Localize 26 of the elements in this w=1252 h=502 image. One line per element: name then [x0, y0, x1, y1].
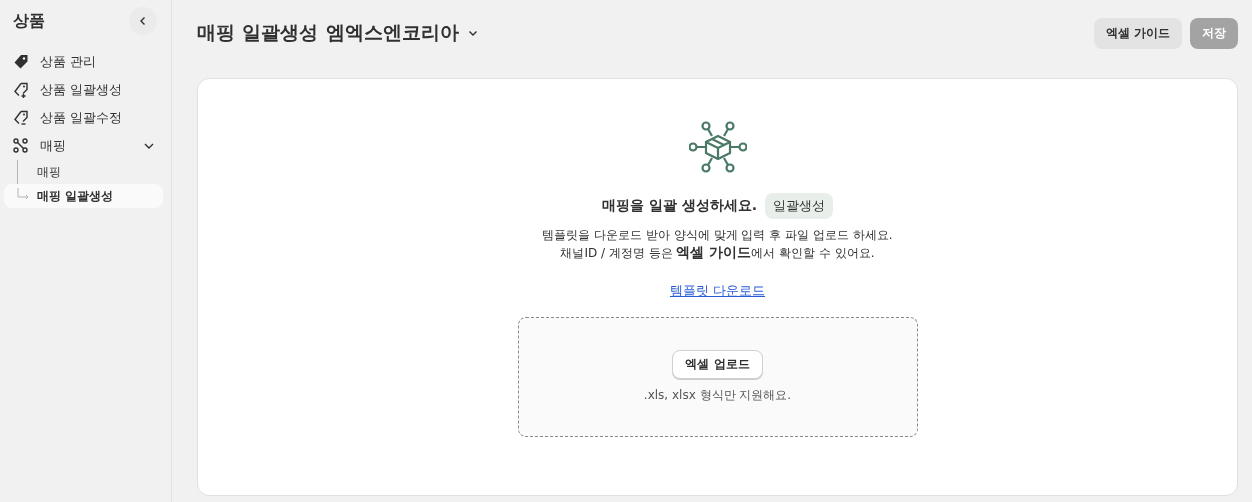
box-network-icon	[688, 121, 747, 173]
upload-dropzone[interactable]: 엑셀 업로드 .xls, xlsx 형식만 지원해요.	[517, 317, 918, 437]
tag-minus-icon	[12, 109, 30, 127]
chevron-left-icon	[138, 16, 148, 26]
nav-item[interactable]: 상품 일괄생성	[4, 76, 163, 104]
tag-plus-icon	[12, 81, 30, 99]
instruction-text: 템플릿을 다운로드 받아 양식에 맞게 입력 후 파일 업로드 하세요.	[542, 227, 893, 244]
account-selector[interactable]: 엠엑스엔코리아	[325, 20, 459, 46]
nav-subitem[interactable]: 매핑	[18, 160, 163, 184]
tag-icon	[12, 53, 30, 71]
upload-hint: .xls, xlsx 형식만 지원해요.	[643, 387, 792, 404]
card-heading: 매핑을 일괄 생성하세요.	[601, 197, 758, 215]
status-badge: 일괄생성	[765, 193, 834, 219]
nodes-icon	[12, 137, 30, 155]
page-title: 매핑 일괄생성	[197, 20, 318, 45]
nav-subitem[interactable]: 매핑 일괄생성	[4, 184, 163, 208]
download-link[interactable]: 템플릿 다운로드	[669, 282, 766, 300]
nav-item[interactable]: 상품 관리	[4, 48, 163, 76]
nav-item[interactable]: 상품 일괄수정	[4, 104, 163, 132]
nav-item[interactable]: 매핑	[4, 132, 163, 160]
upload-button[interactable]: 엑셀 업로드	[672, 350, 763, 379]
header-button[interactable]: 엑셀 가이드	[1093, 17, 1182, 49]
collapse-button[interactable]	[129, 7, 157, 35]
tree-connector-icon	[17, 188, 31, 202]
instruction-text: 채널ID / 계정명 등은 엑셀 가이드에서 확인할 수 있어요.	[560, 244, 875, 262]
sidebar-title: 상품	[13, 10, 45, 32]
